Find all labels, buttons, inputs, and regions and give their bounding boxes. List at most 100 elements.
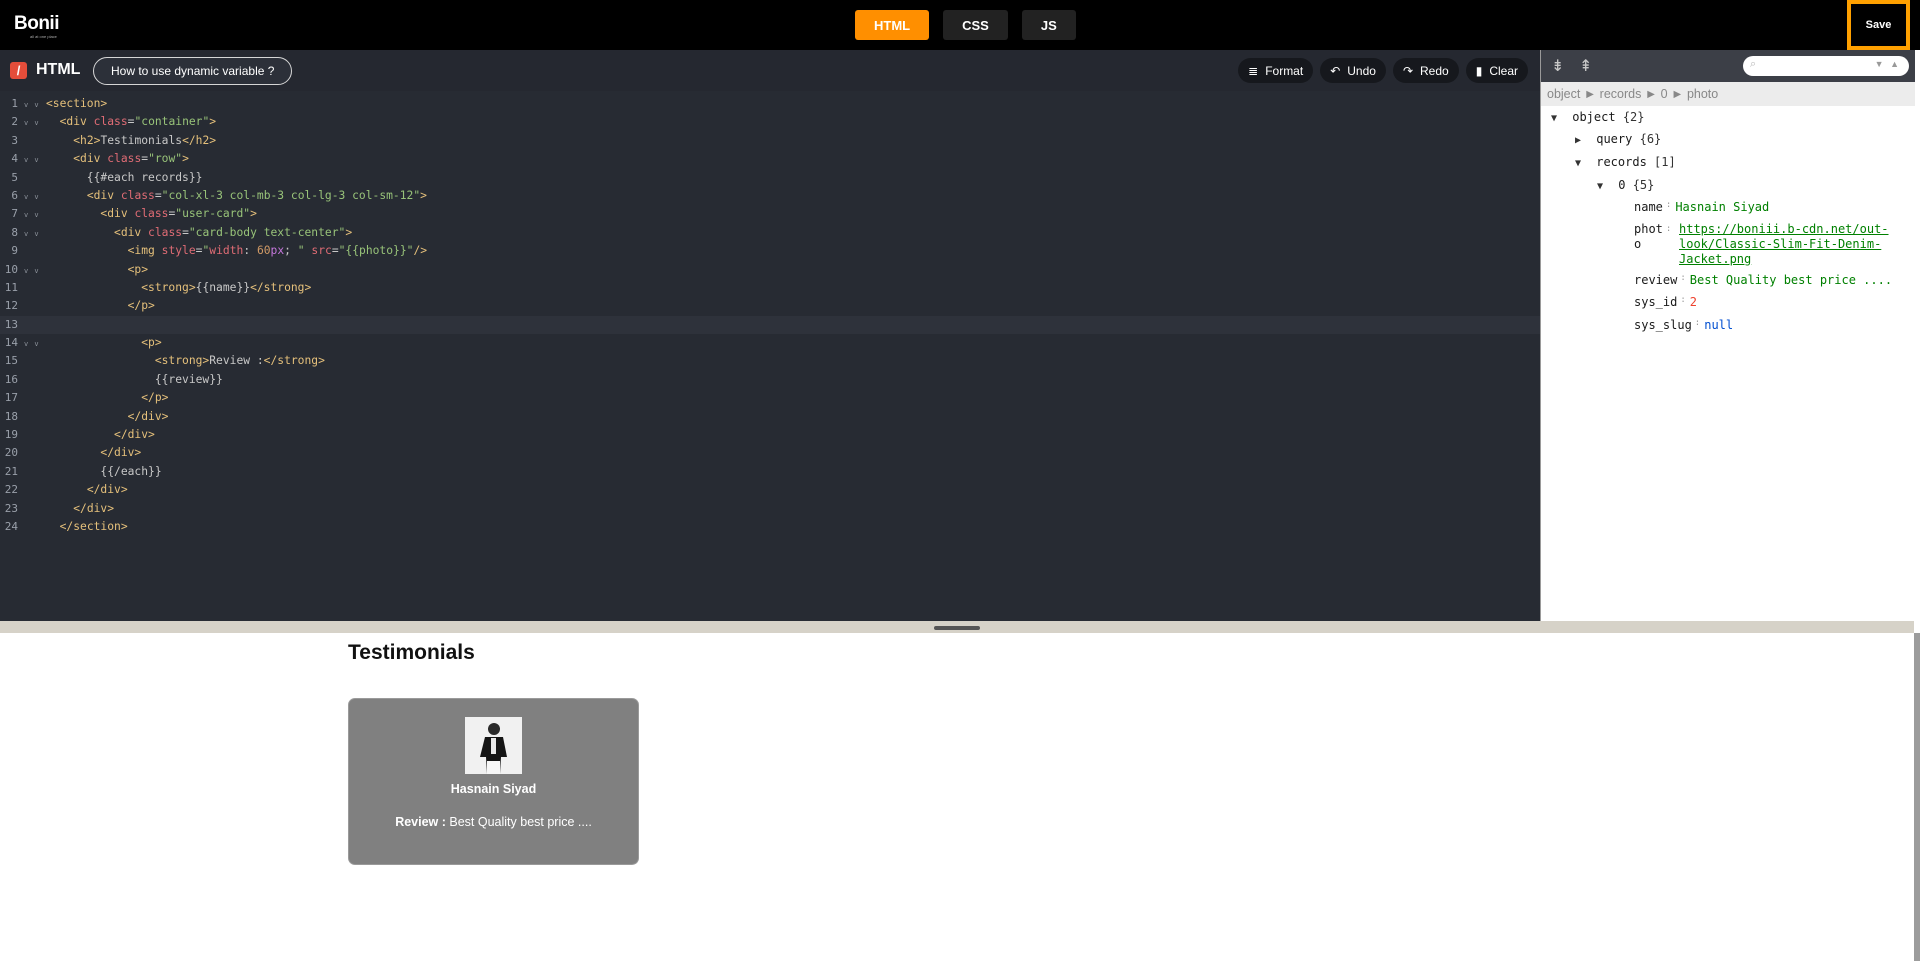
review-text: Best Quality best price ....	[445, 815, 592, 829]
code-text: <div class="user-card">	[100, 207, 257, 221]
fold-arrow-icon[interactable]: v v	[24, 96, 40, 114]
code-text: </div>	[86, 483, 128, 497]
code-line[interactable]: 4 v v <div class="row">	[0, 150, 1540, 168]
line-number: 14	[4, 336, 18, 350]
tab-html[interactable]: HTML	[855, 10, 930, 40]
json-key: records	[1596, 155, 1647, 169]
preview-scrollbar[interactable]	[1914, 633, 1920, 961]
line-number: 6	[11, 188, 18, 202]
json-value-link[interactable]: look/Classic-Slim-Fit-Denim-	[1679, 237, 1881, 251]
fold-arrow-icon[interactable]: v v	[24, 114, 40, 132]
redo-button[interactable]: ↷ Redo	[1392, 58, 1459, 83]
json-key: 0	[1618, 178, 1626, 192]
code-line[interactable]: 1 v v <section>	[0, 95, 1540, 113]
code-line[interactable]: 11 <strong>{{name}}</strong>	[0, 279, 1540, 297]
boniii-logo[interactable]: Bonii all at one place	[14, 13, 60, 39]
format-lines-icon: ≣	[1248, 63, 1259, 78]
json-count: [1]	[1654, 155, 1676, 169]
json-value: Best Quality best price ....	[1689, 273, 1893, 287]
search-navigation-icon[interactable]: ▼ ▲	[1875, 59, 1901, 69]
code-text: </p>	[127, 299, 155, 313]
json-record-item-node[interactable]: ▼ 0 {5}	[1597, 178, 1654, 192]
line-number: 24	[4, 519, 18, 533]
collapsed-triangle-icon[interactable]: ▶	[1575, 135, 1589, 146]
line-number: 5	[11, 170, 18, 184]
code-line[interactable]: 17 </p>	[0, 389, 1540, 407]
fold-arrow-icon[interactable]: v v	[24, 188, 40, 206]
fold-arrow-icon[interactable]: v v	[24, 262, 40, 280]
json-count: {2}	[1622, 110, 1645, 124]
fold-arrow-icon[interactable]: v v	[24, 151, 40, 169]
code-line[interactable]: 3 <h2>Testimonials</h2>	[0, 132, 1540, 150]
code-line[interactable]: 16 {{review}}	[0, 371, 1540, 389]
fold-arrow-icon[interactable]: v v	[24, 335, 40, 353]
editor-toolbar: ≣ Format ↶ Undo ↷ Redo ▮ Clear	[1238, 58, 1528, 83]
tab-css[interactable]: CSS	[943, 10, 1008, 40]
code-line-active[interactable]: 13	[0, 315, 1540, 335]
line-number: 8	[11, 225, 18, 239]
json-root-node[interactable]: ▼ object {2}	[1551, 110, 1645, 124]
code-line[interactable]: 5 {{#each records}}	[0, 169, 1540, 187]
code-area[interactable]: 1 v v <section> 2 v v <div class="container…	[0, 95, 1540, 621]
tab-js[interactable]: JS	[1021, 10, 1076, 40]
code-line[interactable]: 14 v v <p>	[0, 334, 1540, 352]
code-text: </div>	[100, 446, 142, 460]
scrollbar-thumb[interactable]	[1914, 633, 1920, 961]
json-count: {6}	[1639, 132, 1662, 146]
code-line[interactable]: 24 </section>	[0, 518, 1540, 536]
json-query-node[interactable]: ▶ query {6}	[1575, 132, 1661, 146]
clear-button[interactable]: ▮ Clear	[1465, 58, 1528, 83]
undo-icon: ↶	[1330, 63, 1341, 78]
dynamic-variable-help-button[interactable]: How to use dynamic variable ?	[93, 57, 293, 85]
code-text: </div>	[73, 501, 115, 515]
json-records-node[interactable]: ▼ records [1]	[1575, 155, 1676, 169]
testimonial-card: Hasnain Siyad Review : Best Quality best…	[348, 698, 639, 865]
json-search-input[interactable]: ⌕ ▼ ▲	[1743, 56, 1909, 76]
code-line[interactable]: 7 v v <div class="user-card">	[0, 205, 1540, 223]
json-photo-link[interactable]: https://boniii.b-cdn.net/out- look/Class…	[1679, 222, 1909, 267]
code-line[interactable]: 23 </div>	[0, 500, 1540, 518]
code-line[interactable]: 21 {{/each}}	[0, 463, 1540, 481]
pane-resize-splitter[interactable]	[0, 621, 1914, 633]
undo-label: Undo	[1347, 63, 1376, 78]
json-value: null	[1704, 318, 1734, 332]
json-key: phot	[1634, 222, 1663, 236]
code-text: <strong>Review :</strong>	[154, 354, 325, 368]
resize-handle[interactable]	[934, 626, 980, 630]
code-line[interactable]: 22 </div>	[0, 481, 1540, 499]
code-line[interactable]: 18 </div>	[0, 408, 1540, 426]
code-line[interactable]: 10 v v <p>	[0, 261, 1540, 279]
json-value-link[interactable]: https://boniii.b-cdn.net/out-	[1679, 222, 1889, 236]
search-icon: ⌕	[1750, 58, 1757, 70]
json-breadcrumb: object ► records ► 0 ► photo	[1541, 82, 1915, 106]
json-field-review[interactable]: review: Best Quality best price ....	[1634, 273, 1892, 287]
code-line[interactable]: 9 <img style="width: 60px; " src="{{phot…	[0, 242, 1540, 260]
line-number: 18	[4, 409, 18, 423]
line-number: 7	[11, 207, 18, 221]
json-field-sys-id[interactable]: sys_id:2	[1634, 295, 1697, 309]
code-line[interactable]: 12 </p>	[0, 297, 1540, 315]
expanded-triangle-icon[interactable]: ▼	[1575, 158, 1589, 169]
code-line[interactable]: 6 v v <div class="col-xl-3 col-mb-3 col-l…	[0, 187, 1540, 205]
code-line[interactable]: 19 </div>	[0, 426, 1540, 444]
expanded-triangle-icon[interactable]: ▼	[1597, 181, 1611, 192]
expand-all-icon[interactable]: ⇞	[1579, 56, 1592, 76]
expanded-triangle-icon[interactable]: ▼	[1551, 113, 1565, 124]
redo-icon: ↷	[1402, 63, 1414, 78]
code-text: <strong>{{name}}</strong>	[141, 280, 312, 294]
undo-button[interactable]: ↶ Undo	[1320, 58, 1386, 83]
code-line[interactable]: 8 v v <div class="card-body text-center">	[0, 224, 1540, 242]
collapse-all-icon[interactable]: ⇟	[1551, 56, 1564, 76]
json-value-link[interactable]: Jacket.png	[1679, 252, 1751, 266]
save-button[interactable]: Save	[1866, 19, 1892, 31]
line-number: 2	[11, 115, 18, 129]
code-line[interactable]: 15 <strong>Review :</strong>	[0, 352, 1540, 370]
code-text: {{/each}}	[46, 464, 162, 478]
fold-arrow-icon[interactable]: v v	[24, 225, 40, 243]
json-field-name[interactable]: name: Hasnain Siyad	[1634, 200, 1769, 214]
code-line[interactable]: 20 </div>	[0, 444, 1540, 462]
json-field-sys-slug[interactable]: sys_slug: null	[1634, 318, 1733, 332]
code-line[interactable]: 2 v v <div class="container">	[0, 113, 1540, 131]
format-button[interactable]: ≣ Format	[1238, 58, 1314, 83]
fold-arrow-icon[interactable]: v v	[24, 206, 40, 224]
